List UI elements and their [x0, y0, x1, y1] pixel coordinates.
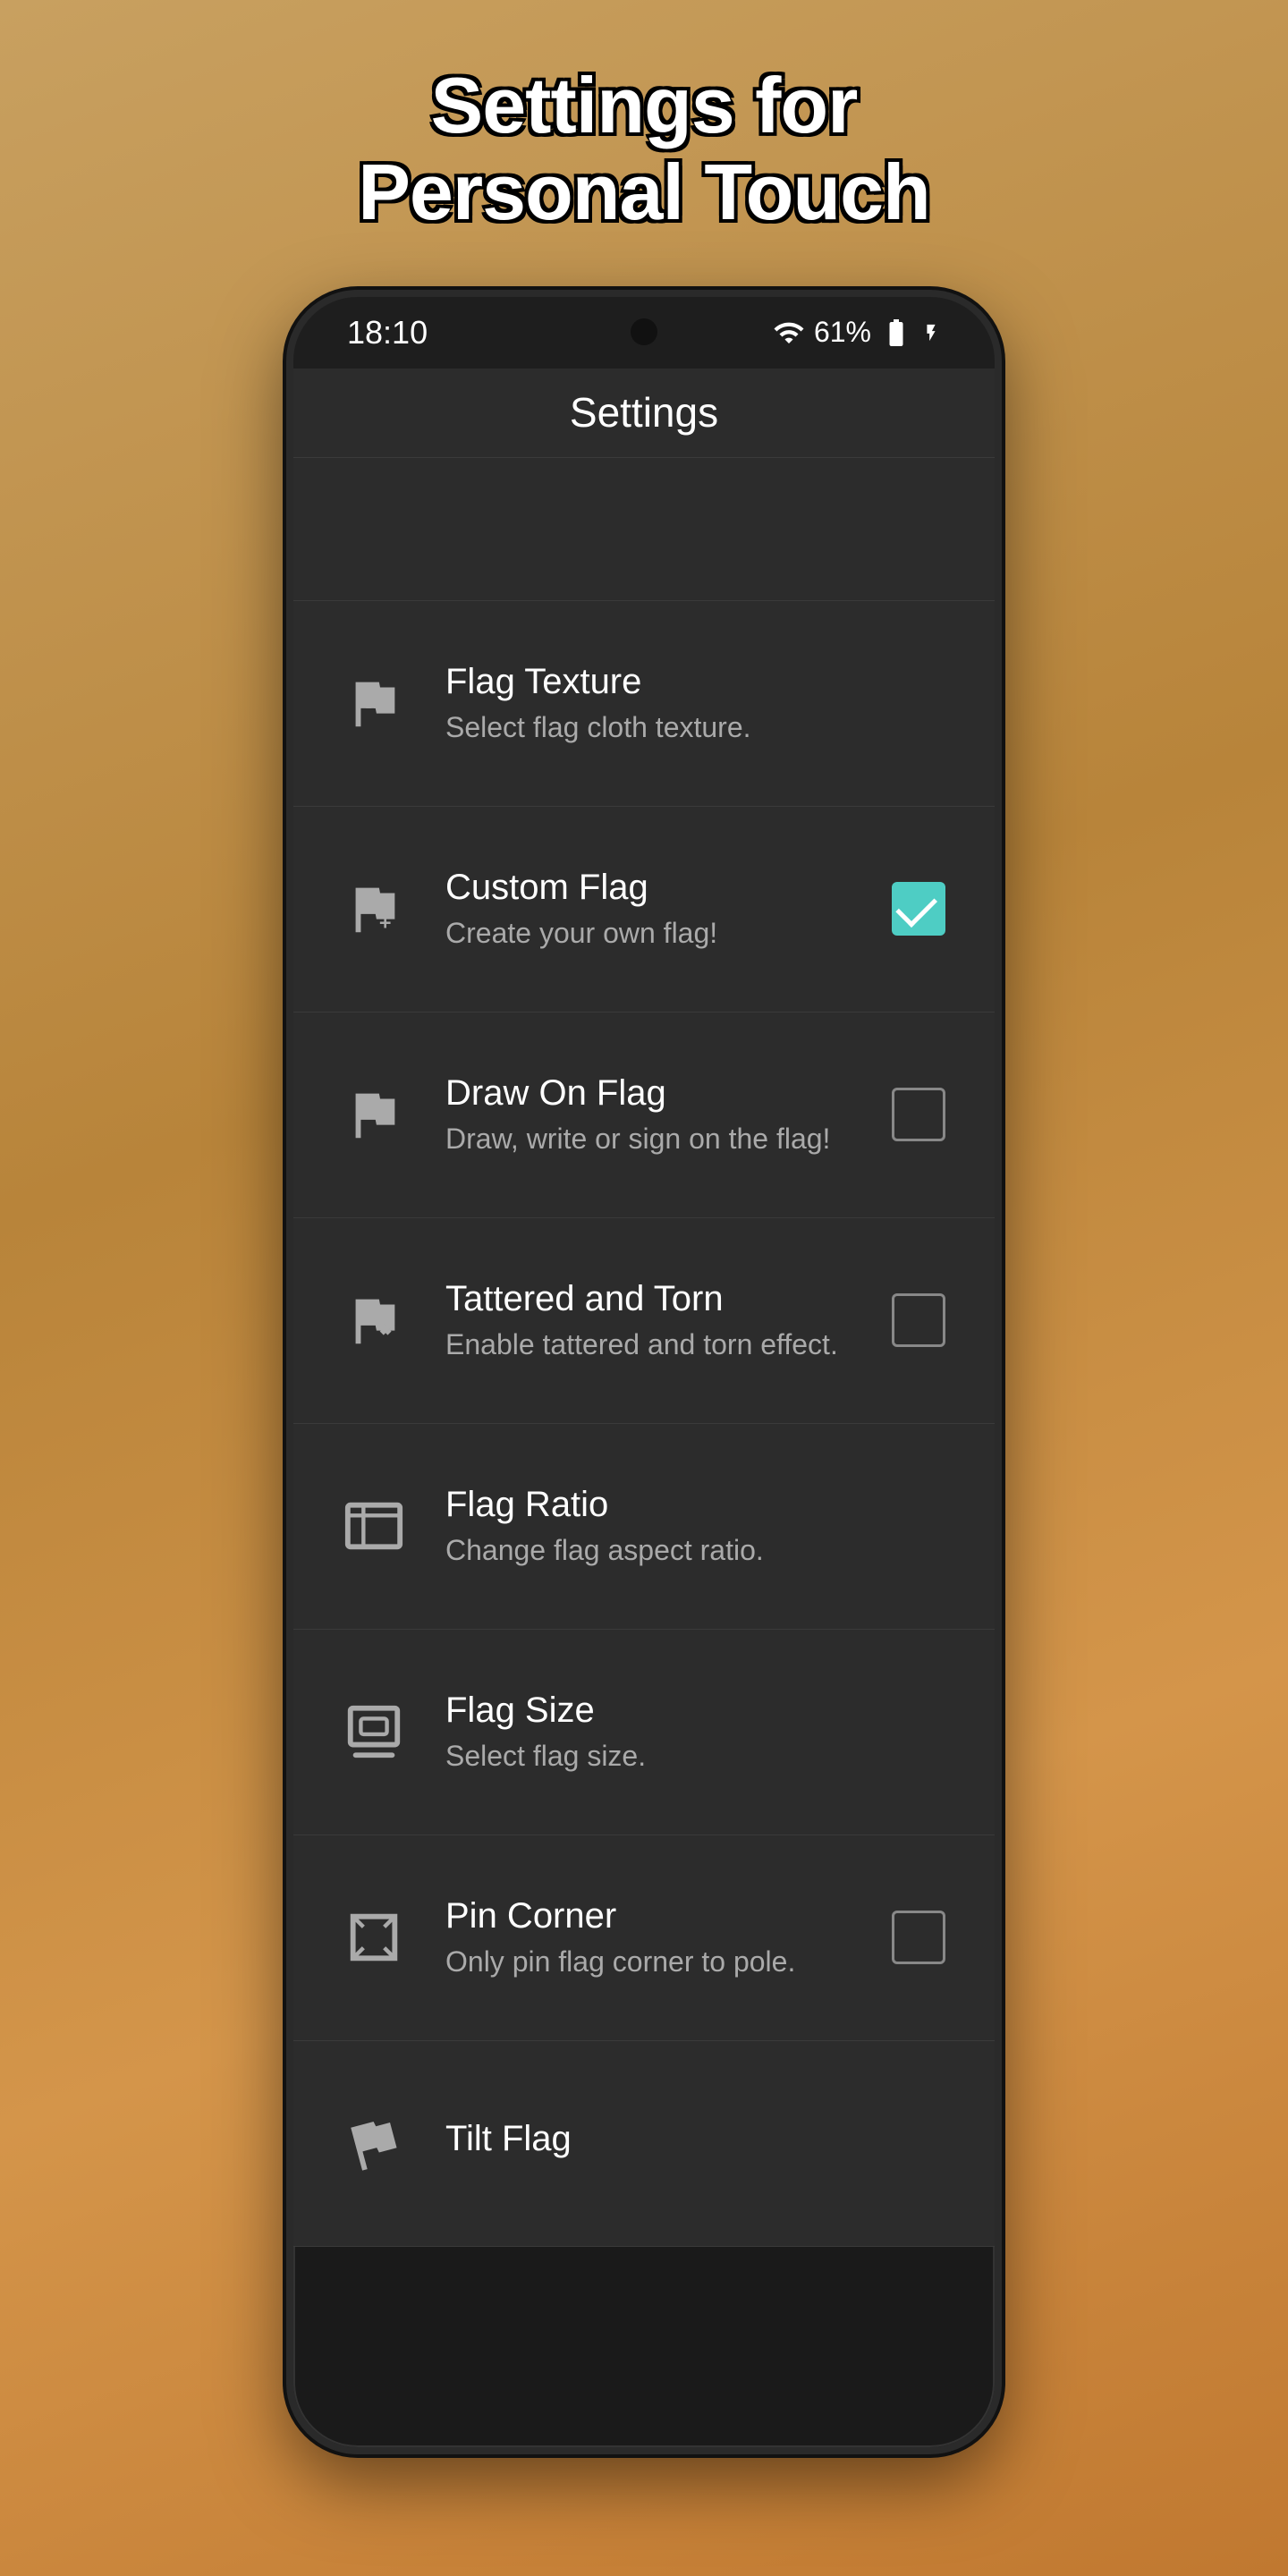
checkbox-checked-indicator [892, 882, 945, 936]
status-icons: 61% [773, 316, 941, 349]
custom-flag-content: Custom Flag Create your own flag! [445, 868, 852, 950]
draw-flag-title: Draw On Flag [445, 1073, 852, 1114]
settings-item-custom-flag[interactable]: + Custom Flag Create your own flag! [293, 807, 995, 1013]
tattered-svg [343, 1289, 405, 1352]
tattered-icon [338, 1284, 410, 1356]
size-icon [338, 1696, 410, 1767]
size-title: Flag Size [445, 1690, 950, 1731]
settings-item-flag-size[interactable]: Flag Size Select flag size. [293, 1630, 995, 1835]
pin-svg [343, 1906, 405, 1969]
pin-icon [338, 1902, 410, 1973]
pin-subtitle: Only pin flag corner to pole. [445, 1945, 852, 1979]
tattered-title: Tattered and Torn [445, 1279, 852, 1319]
tilt-svg [343, 2112, 405, 2174]
phone-frame: 18:10 61% Settings [286, 290, 1002, 2454]
ratio-icon [338, 1490, 410, 1562]
page-header-title: Settings for Personal Touch [358, 63, 930, 236]
settings-list: Flag Texture Select flag cloth texture. … [293, 601, 995, 2447]
ratio-subtitle: Change flag aspect ratio. [445, 1534, 950, 1567]
custom-flag-title: Custom Flag [445, 868, 852, 908]
flag-texture-svg [343, 672, 405, 734]
charging-icon [921, 323, 941, 343]
pin-content: Pin Corner Only pin flag corner to pole. [445, 1896, 852, 1979]
ratio-content: Flag Ratio Change flag aspect ratio. [445, 1485, 950, 1567]
settings-item-draw-on-flag[interactable]: Draw On Flag Draw, write or sign on the … [293, 1013, 995, 1218]
draw-flag-checkbox[interactable] [887, 1083, 950, 1146]
flag-texture-content: Flag Texture Select flag cloth texture. [445, 662, 950, 744]
tattered-subtitle: Enable tattered and torn effect. [445, 1328, 852, 1361]
app-bar: Settings [293, 369, 995, 458]
custom-flag-icon: + [338, 873, 410, 945]
draw-flag-svg [343, 1083, 405, 1146]
settings-item-flag-texture[interactable]: Flag Texture Select flag cloth texture. [293, 601, 995, 807]
ratio-svg [343, 1495, 405, 1557]
settings-item-flag-ratio[interactable]: Flag Ratio Change flag aspect ratio. [293, 1424, 995, 1630]
draw-flag-icon [338, 1079, 410, 1150]
pin-checkbox-indicator [892, 1911, 945, 1964]
battery-percent: 61% [814, 316, 871, 349]
tattered-checkbox[interactable] [887, 1289, 950, 1352]
tilt-title: Tilt Flag [445, 2119, 950, 2159]
empty-section [293, 458, 995, 601]
page-wrapper: Settings for Personal Touch 18:10 61% [0, 0, 1288, 2576]
tattered-checkbox-indicator [892, 1293, 945, 1347]
status-bar: 18:10 61% [293, 297, 995, 369]
tilt-content: Tilt Flag [445, 2119, 950, 2168]
app-bar-title: Settings [570, 388, 718, 436]
draw-flag-content: Draw On Flag Draw, write or sign on the … [445, 1073, 852, 1156]
custom-flag-checkbox[interactable] [887, 877, 950, 940]
flag-texture-title: Flag Texture [445, 662, 950, 702]
settings-item-tattered-torn[interactable]: Tattered and Torn Enable tattered and to… [293, 1218, 995, 1424]
draw-flag-subtitle: Draw, write or sign on the flag! [445, 1123, 852, 1156]
tilt-icon [338, 2107, 410, 2179]
flag-texture-subtitle: Select flag cloth texture. [445, 711, 950, 744]
size-svg [343, 1700, 405, 1763]
status-time: 18:10 [347, 314, 428, 352]
flag-texture-icon [338, 667, 410, 739]
checkbox-unchecked-indicator [892, 1088, 945, 1141]
settings-item-tilt-flag[interactable]: Tilt Flag [293, 2041, 995, 2247]
pin-checkbox[interactable] [887, 1906, 950, 1969]
battery-icon [880, 317, 912, 349]
tattered-content: Tattered and Torn Enable tattered and to… [445, 1279, 852, 1361]
pin-title: Pin Corner [445, 1896, 852, 1936]
settings-item-pin-corner[interactable]: Pin Corner Only pin flag corner to pole. [293, 1835, 995, 2041]
signal-icon [773, 317, 805, 349]
custom-flag-svg: + [343, 877, 405, 940]
size-subtitle: Select flag size. [445, 1740, 950, 1773]
size-content: Flag Size Select flag size. [445, 1690, 950, 1773]
ratio-title: Flag Ratio [445, 1485, 950, 1525]
svg-text:+: + [379, 911, 392, 934]
custom-flag-subtitle: Create your own flag! [445, 917, 852, 950]
camera-notch [631, 318, 657, 345]
